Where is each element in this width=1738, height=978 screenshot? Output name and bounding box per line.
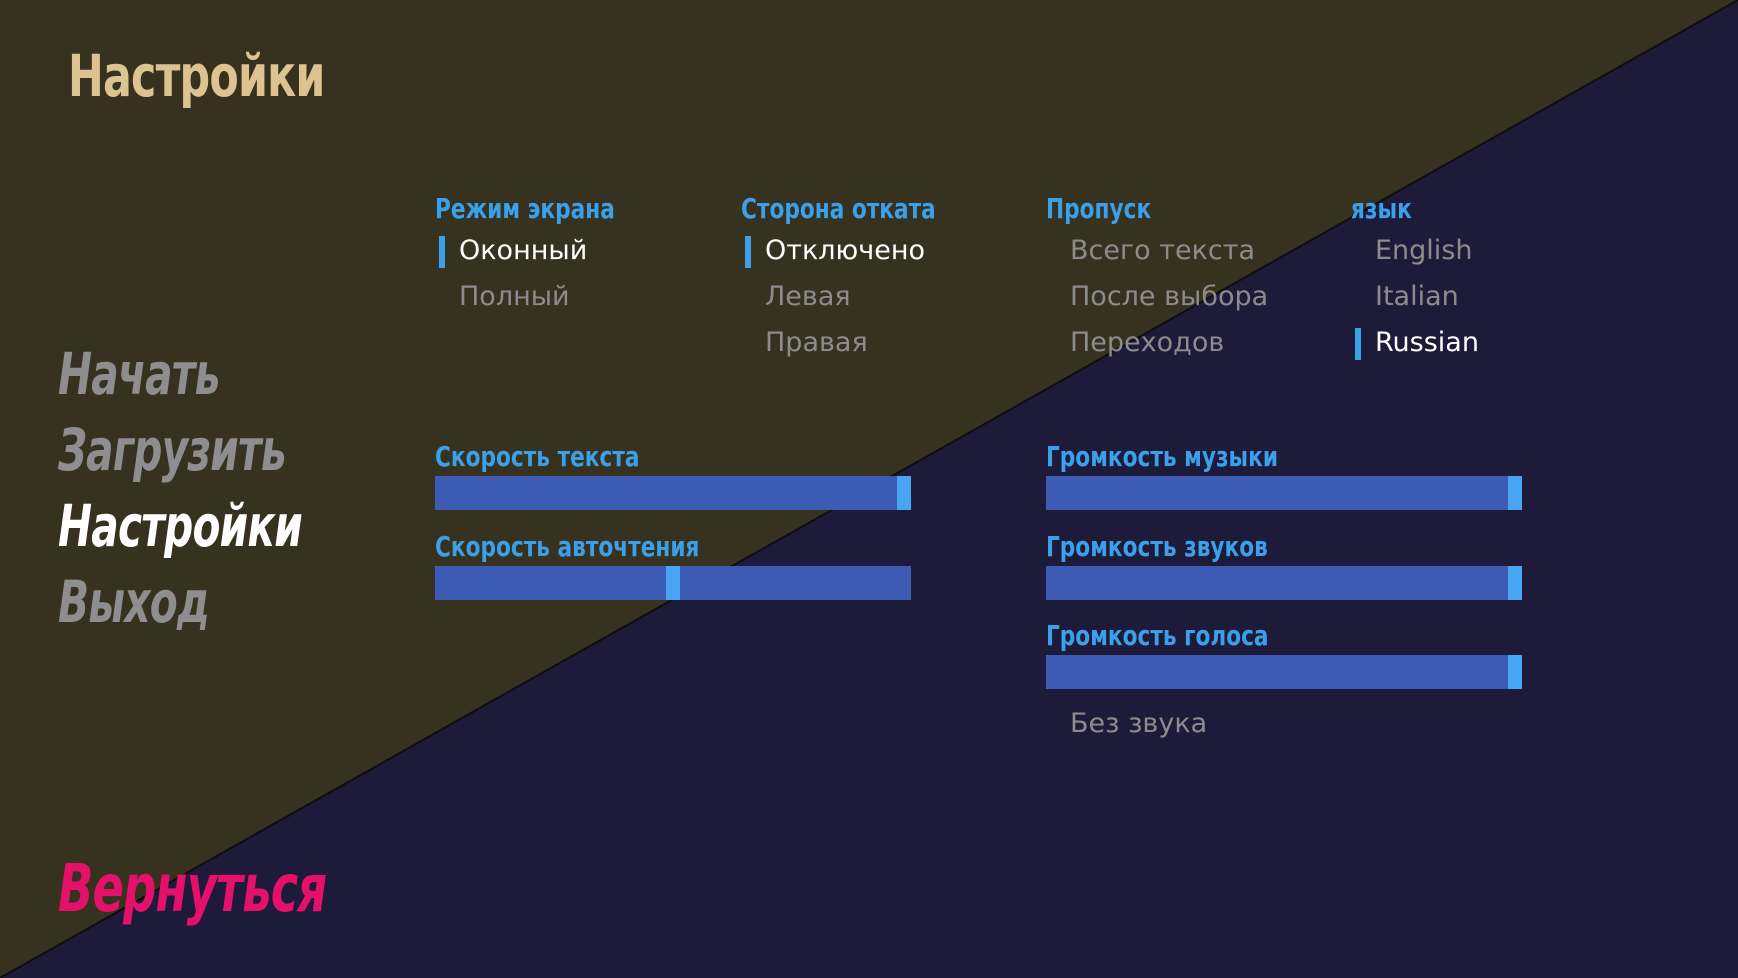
menu-item-start[interactable]: Начать: [58, 336, 302, 412]
language-option-english[interactable]: English: [1351, 228, 1479, 274]
music-volume-group: Громкость музыки: [1046, 440, 1522, 510]
sound-volume-label: Громкость звуков: [1046, 530, 1268, 563]
rollback-option-right[interactable]: Правая: [741, 320, 968, 366]
display-option-windowed[interactable]: Оконный: [435, 228, 644, 274]
voice-volume-slider[interactable]: [1046, 655, 1522, 689]
sound-volume-slider[interactable]: [1046, 566, 1522, 600]
back-button[interactable]: Вернуться: [58, 850, 327, 927]
rollback-side-label: Сторона отката: [741, 192, 936, 225]
auto-forward-label: Скорость авточтения: [435, 530, 700, 563]
rollback-side-group: Сторона отката Отключено Левая Правая: [741, 192, 968, 366]
text-speed-label: Скорость текста: [435, 440, 640, 473]
music-volume-slider[interactable]: [1046, 476, 1522, 510]
skip-label: Пропуск: [1046, 192, 1152, 225]
text-speed-group: Скорость текста: [435, 440, 911, 510]
text-speed-slider-thumb[interactable]: [897, 476, 911, 510]
skip-option-transitions[interactable]: Переходов: [1046, 320, 1268, 366]
menu-item-settings[interactable]: Настройки: [58, 488, 303, 564]
skip-group: Пропуск Всего текста После выбора Перехо…: [1046, 192, 1268, 366]
auto-forward-slider[interactable]: [435, 566, 911, 600]
voice-volume-slider-thumb[interactable]: [1508, 655, 1522, 689]
mute-all-button[interactable]: Без звука: [1070, 708, 1207, 739]
music-volume-label: Громкость музыки: [1046, 440, 1279, 473]
music-volume-slider-thumb[interactable]: [1508, 476, 1522, 510]
page-title: Настройки: [68, 42, 325, 110]
voice-volume-group: Громкость голоса: [1046, 619, 1522, 689]
rollback-option-disabled[interactable]: Отключено: [741, 228, 968, 274]
display-option-fullscreen[interactable]: Полный: [435, 274, 644, 320]
language-option-italian[interactable]: Italian: [1351, 274, 1479, 320]
menu-item-load[interactable]: Загрузить: [58, 412, 302, 488]
rollback-option-left[interactable]: Левая: [741, 274, 968, 320]
auto-forward-group: Скорость авточтения: [435, 530, 911, 600]
main-menu: Начать Загрузить Настройки Выход: [58, 336, 371, 640]
voice-volume-label: Громкость голоса: [1046, 619, 1269, 652]
sound-volume-group: Громкость звуков: [1046, 530, 1522, 600]
auto-forward-slider-thumb[interactable]: [666, 566, 680, 600]
language-label: язык: [1351, 192, 1412, 225]
display-mode-label: Режим экрана: [435, 192, 615, 225]
text-speed-slider[interactable]: [435, 476, 911, 510]
language-group: язык English Italian Russian: [1351, 192, 1479, 366]
display-mode-group: Режим экрана Оконный Полный: [435, 192, 644, 320]
skip-option-all-text[interactable]: Всего текста: [1046, 228, 1268, 274]
language-option-russian[interactable]: Russian: [1351, 320, 1479, 366]
skip-option-after-choices[interactable]: После выбора: [1046, 274, 1268, 320]
sound-volume-slider-thumb[interactable]: [1508, 566, 1522, 600]
menu-item-quit[interactable]: Выход: [58, 564, 302, 640]
